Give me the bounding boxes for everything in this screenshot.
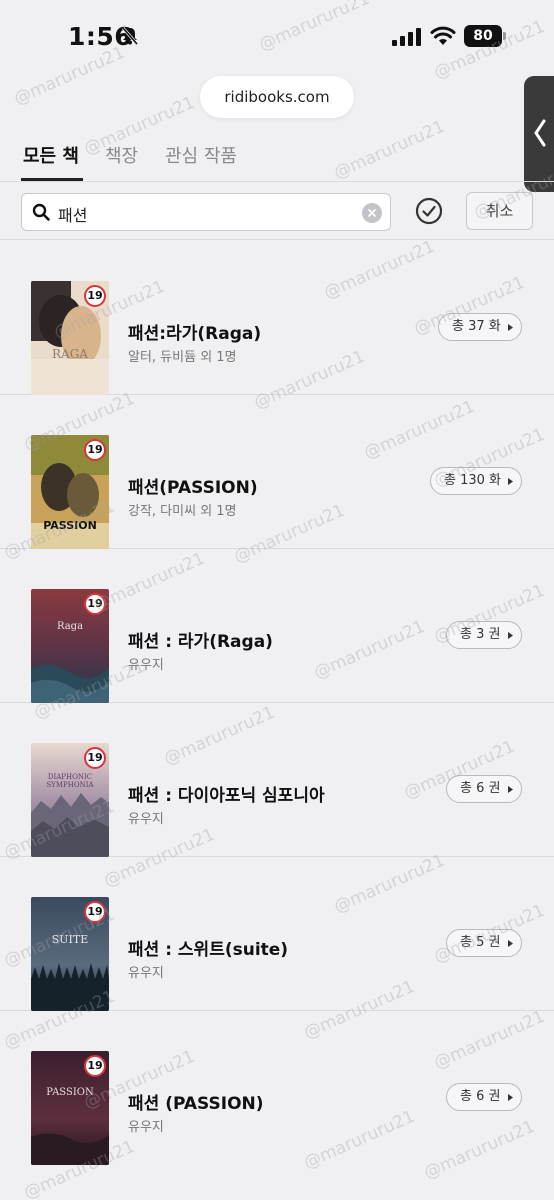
cover-title: Raga — [56, 621, 84, 632]
book-title[interactable]: 패션 : 스위트(suite) — [128, 935, 288, 960]
url-bar[interactable]: ridibooks.com — [200, 76, 354, 118]
book-row[interactable]: DIAPHONIC SYMPHONIA 19 패션 : 다이아포닉 심포니아 유… — [0, 703, 554, 857]
tab-active-indicator — [21, 178, 83, 181]
tab-wishlist[interactable]: 관심 작품 — [165, 142, 237, 168]
book-author: 강작, 다미씨 외 1명 — [128, 504, 237, 519]
book-title[interactable]: 패션(PASSION) — [128, 473, 258, 498]
cover-title: DIAPHONIC SYMPHONIA — [46, 773, 94, 789]
book-cover[interactable]: Raga 19 — [31, 589, 109, 703]
bell-muted-icon — [121, 27, 139, 45]
volume-count-button[interactable]: 총 6 권 — [446, 775, 522, 803]
cancel-button[interactable]: 취소 — [466, 192, 533, 230]
book-row[interactable]: PASSION 19 패션(PASSION) 강작, 다미씨 외 1명 총 13… — [0, 395, 554, 549]
book-list: RAGA 19 패션:라가(Raga) 알터, 듀비듐 외 1명 총 37 화 … — [0, 241, 554, 1165]
cover-title: PASSION — [43, 519, 97, 532]
wifi-icon — [430, 26, 456, 45]
chevron-right-icon — [508, 940, 513, 947]
cover-title: SUITE — [51, 933, 89, 946]
book-author: 유우지 — [128, 966, 164, 981]
book-author: 유우지 — [128, 812, 164, 827]
cellular-signal-icon — [392, 28, 421, 46]
book-cover[interactable]: RAGA 19 — [31, 281, 109, 395]
volume-count-button[interactable]: 총 6 권 — [446, 1083, 522, 1111]
book-row[interactable]: PASSION 19 패션 (PASSION) 유우지 총 6 권 — [0, 1011, 554, 1165]
chevron-right-icon — [508, 324, 513, 331]
battery-icon: 80 — [464, 25, 506, 47]
book-cover[interactable]: PASSION 19 — [31, 435, 109, 549]
book-title[interactable]: 패션:라가(Raga) — [128, 319, 261, 344]
status-bar: 1:56 80 — [0, 0, 554, 76]
age-rating-badge: 19 — [84, 747, 106, 769]
volume-count-button[interactable]: 총 5 권 — [446, 929, 522, 957]
book-title[interactable]: 패션 : 다이아포닉 심포니아 — [128, 781, 325, 806]
book-cover[interactable]: SUITE 19 — [31, 897, 109, 1011]
book-cover[interactable]: PASSION 19 — [31, 1051, 109, 1165]
book-row[interactable]: RAGA 19 패션:라가(Raga) 알터, 듀비듐 외 1명 총 37 화 — [0, 241, 554, 395]
book-author: 유우지 — [128, 658, 164, 673]
age-rating-badge: 19 — [84, 593, 106, 615]
book-title[interactable]: 패션 (PASSION) — [128, 1089, 264, 1114]
volume-count-button[interactable]: 총 3 권 — [446, 621, 522, 649]
search-input[interactable]: 패션 — [21, 193, 391, 231]
volume-count-label: 총 6 권 — [460, 1089, 501, 1104]
volume-count-label: 총 5 권 — [460, 935, 501, 950]
cover-title: PASSION — [46, 1087, 94, 1098]
chevron-right-icon — [508, 786, 513, 793]
close-icon — [367, 208, 377, 218]
search-icon — [32, 203, 50, 221]
tab-bookshelf[interactable]: 책장 — [105, 142, 138, 168]
battery-level: 80 — [473, 28, 493, 44]
clear-search-button[interactable] — [362, 203, 382, 223]
age-rating-badge: 19 — [84, 285, 106, 307]
chevron-right-icon — [508, 1094, 513, 1101]
select-mode-check-icon[interactable] — [414, 196, 444, 226]
tab-all-books[interactable]: 모든 책 — [23, 142, 79, 168]
age-rating-badge: 19 — [84, 439, 106, 461]
volume-count-label: 총 6 권 — [460, 781, 501, 796]
episode-count-button[interactable]: 총 130 화 — [430, 467, 522, 495]
book-author: 알터, 듀비듐 외 1명 — [128, 350, 237, 365]
book-row[interactable]: SUITE 19 패션 : 스위트(suite) 유우지 총 5 권 — [0, 857, 554, 1011]
tab-bar: 모든 책 책장 관심 작품 — [0, 130, 554, 182]
cover-title: RAGA — [52, 347, 88, 361]
search-query: 패션 — [58, 206, 88, 225]
episode-count-label: 총 130 화 — [444, 473, 501, 488]
age-rating-badge: 19 — [84, 901, 106, 923]
book-cover[interactable]: DIAPHONIC SYMPHONIA 19 — [31, 743, 109, 857]
book-title[interactable]: 패션 : 라가(Raga) — [128, 627, 273, 652]
age-rating-badge: 19 — [84, 1055, 106, 1077]
chevron-right-icon — [508, 478, 513, 485]
chevron-right-icon — [508, 632, 513, 639]
book-row[interactable]: Raga 19 패션 : 라가(Raga) 유우지 총 3 권 — [0, 549, 554, 703]
episode-count-label: 총 37 화 — [452, 319, 501, 334]
book-author: 유우지 — [128, 1120, 164, 1135]
volume-count-label: 총 3 권 — [460, 627, 501, 642]
search-row: 패션 취소 — [0, 182, 554, 240]
episode-count-button[interactable]: 총 37 화 — [438, 313, 522, 341]
